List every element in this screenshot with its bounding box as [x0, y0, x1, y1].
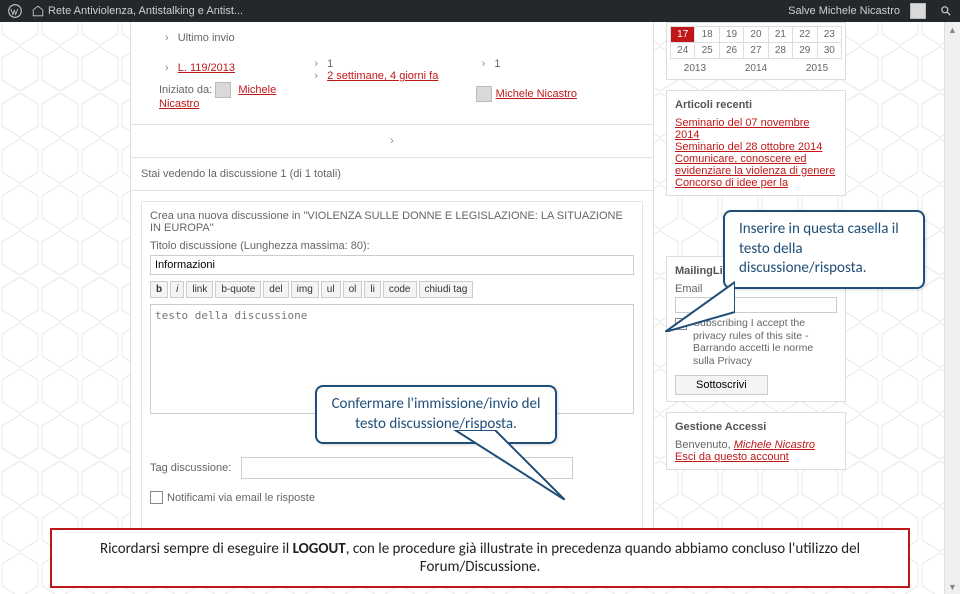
- btn-link[interactable]: link: [186, 281, 213, 298]
- avatar: [476, 86, 492, 102]
- cal-day[interactable]: 26: [719, 43, 743, 59]
- last-post-label: Ultimo invio: [178, 32, 235, 44]
- btn-del[interactable]: del: [263, 281, 288, 298]
- cal-year[interactable]: 2015: [793, 59, 842, 77]
- notify-label: Notificami via email le risposte: [167, 492, 315, 504]
- user-link[interactable]: Michele Nicastro: [734, 439, 815, 451]
- left-strip: [0, 22, 130, 514]
- calendar[interactable]: 17 18 19 20 21 22 23 24 25 26 27 28 29 3…: [670, 26, 842, 76]
- topic-link[interactable]: L. 119/2013: [178, 62, 235, 74]
- wp-logo-icon[interactable]: [8, 4, 22, 18]
- checkbox-box[interactable]: [150, 491, 163, 504]
- cal-day[interactable]: 22: [793, 27, 817, 43]
- cal-day[interactable]: 23: [817, 27, 841, 43]
- viewing-text: Stai vedendo la discussione 1 (di 1 tota…: [141, 168, 643, 180]
- scrollbar[interactable]: ▲ ▼: [944, 22, 960, 594]
- btn-bold[interactable]: b: [150, 281, 168, 298]
- scroll-up-icon[interactable]: ▲: [945, 22, 960, 37]
- btn-code[interactable]: code: [383, 281, 417, 298]
- btn-ol[interactable]: ol: [343, 281, 363, 298]
- callout-textarea: Inserire in questa casella il testo dell…: [723, 210, 925, 289]
- cal-day[interactable]: 25: [695, 43, 719, 59]
- cal-day[interactable]: 17: [671, 27, 695, 43]
- btn-italic[interactable]: i: [170, 281, 184, 298]
- recent-link[interactable]: Concorso di idee per la: [675, 177, 788, 189]
- voice-count: 1: [494, 58, 500, 70]
- recent-title: Articoli recenti: [675, 99, 837, 111]
- site-title[interactable]: Rete Antiviolenza, Antistalking e Antist…: [32, 5, 243, 17]
- callout-pointer-icon: [665, 272, 735, 332]
- btn-li[interactable]: li: [364, 281, 380, 298]
- subscribe-button[interactable]: Sottoscrivi: [675, 375, 768, 395]
- editor-toolbar: b i link b-quote del img ul ol li code c…: [150, 281, 634, 298]
- cal-year[interactable]: 2014: [719, 59, 792, 77]
- btn-bquote[interactable]: b-quote: [215, 281, 261, 298]
- wp-admin-bar: Rete Antiviolenza, Antistalking e Antist…: [0, 0, 960, 22]
- cal-day[interactable]: 27: [744, 43, 768, 59]
- tags-label: Tag discussione:: [150, 462, 231, 474]
- cal-day[interactable]: 19: [719, 27, 743, 43]
- search-icon[interactable]: [940, 5, 952, 17]
- cal-day[interactable]: 29: [793, 43, 817, 59]
- btn-close-tags[interactable]: chiudi tag: [419, 281, 474, 298]
- greeting[interactable]: Salve Michele Nicastro: [788, 5, 900, 17]
- cal-day[interactable]: 20: [744, 27, 768, 43]
- logout-link[interactable]: Esci da questo account: [675, 451, 789, 463]
- cal-day[interactable]: 18: [695, 27, 719, 43]
- title-label: Titolo discussione (Lunghezza massima: 8…: [150, 240, 634, 252]
- sep-caret: ›: [141, 135, 643, 147]
- recent-link[interactable]: Seminario del 28 ottobre 2014: [675, 141, 822, 153]
- new-disc-heading: Crea una nuova discussione in "VIOLENZA …: [150, 210, 634, 234]
- recent-link[interactable]: Seminario del 07 novembre 2014: [675, 117, 810, 141]
- cal-day[interactable]: 24: [671, 43, 695, 59]
- author-link-2[interactable]: Michele Nicastro: [496, 88, 577, 100]
- welcome-label: Benvenuto,: [675, 439, 731, 451]
- reply-count: 1: [327, 58, 333, 70]
- recent-link[interactable]: Comunicare, conoscere ed evidenziare la …: [675, 153, 835, 177]
- reminder-box: Ricordarsi sempre di eseguire il LOGOUT,…: [50, 528, 910, 588]
- btn-ul[interactable]: ul: [321, 281, 341, 298]
- access-title: Gestione Accessi: [675, 421, 837, 433]
- callout-pointer-icon: [435, 430, 565, 500]
- cal-day[interactable]: 30: [817, 43, 841, 59]
- avatar[interactable]: [910, 3, 926, 19]
- cal-year[interactable]: 2013: [671, 59, 720, 77]
- title-input[interactable]: [150, 255, 634, 275]
- avatar: [215, 82, 231, 98]
- main-panel: › Ultimo invio › L. 119/2013 Iniziato da…: [130, 22, 654, 586]
- cal-day[interactable]: 21: [768, 27, 792, 43]
- scroll-down-icon[interactable]: ▼: [945, 579, 960, 594]
- callout-submit: Confermare l'immissione/invio del testo …: [315, 385, 557, 444]
- started-by-label: Iniziato da:: [159, 84, 212, 96]
- freshness-link[interactable]: 2 settimane, 4 giorni fa: [327, 70, 438, 82]
- cal-day[interactable]: 28: [768, 43, 792, 59]
- btn-img[interactable]: img: [291, 281, 319, 298]
